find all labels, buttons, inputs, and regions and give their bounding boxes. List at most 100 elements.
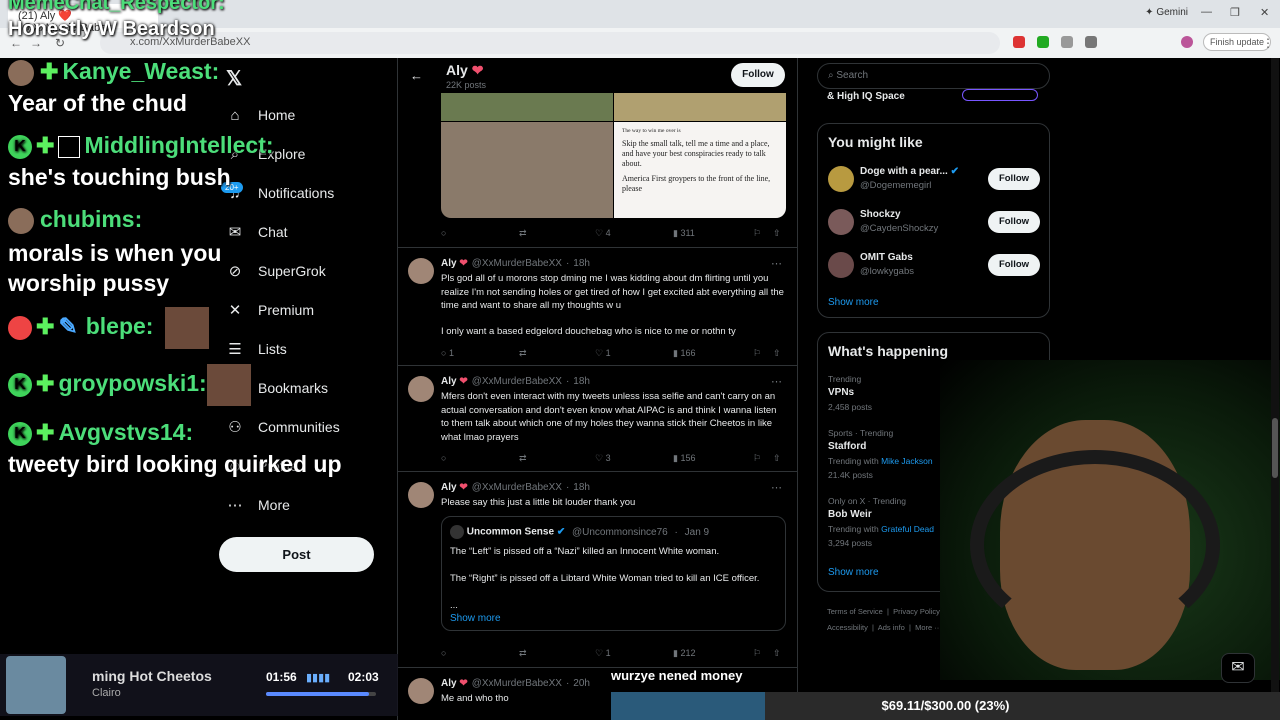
maximize-icon[interactable]: ❐ xyxy=(1230,6,1240,19)
kebab-menu-icon[interactable]: ⋮ xyxy=(1262,36,1274,50)
avatar[interactable] xyxy=(408,482,434,508)
trend-name[interactable]: Bob Weir xyxy=(828,509,872,520)
tweet-author[interactable]: Aly ❤ @XxMurderBabeXX · 18h xyxy=(441,482,590,493)
nav-premium[interactable]: ✕ Premium xyxy=(226,301,314,319)
reply-icon[interactable]: ○ xyxy=(441,648,446,658)
tweet[interactable]: Aly ❤ @XxMurderBabeXX · 18h ⋯ Pls god all o… xyxy=(398,248,797,366)
address-bar[interactable]: x.com/XxMurderBabeXX xyxy=(100,32,1000,54)
nav-more[interactable]: ⋯ More xyxy=(226,496,290,514)
nav-label: Notifications xyxy=(258,185,335,201)
like-button[interactable]: ♡ 1 xyxy=(595,348,611,359)
timeline[interactable]: ← Aly ❤ 22K posts Follow The way to win … xyxy=(397,58,798,720)
more-options-icon[interactable]: ⋯ xyxy=(771,481,782,494)
gemini-label: Gemini xyxy=(1156,7,1188,18)
close-icon[interactable]: ✕ xyxy=(1260,6,1269,19)
x-logo-icon[interactable]: 𝕏 xyxy=(226,66,242,91)
finish-update-button[interactable]: Finish update xyxy=(1203,33,1272,51)
suggested-user[interactable]: OMIT Gabs @lowkygabs Follow xyxy=(828,252,1040,282)
ticker-text: wurzye nened money xyxy=(611,668,743,683)
footer-link[interactable]: Ads info xyxy=(878,623,905,632)
scrollbar-thumb[interactable] xyxy=(1272,418,1278,478)
avatar[interactable] xyxy=(408,258,434,284)
reply-icon[interactable]: ○ xyxy=(441,453,446,463)
follow-button[interactable]: Follow xyxy=(988,168,1040,190)
suggested-user-handle: @CaydenShockzy xyxy=(860,223,939,234)
progress-track xyxy=(266,692,376,696)
chat-message: K ✚ MiddlingIntellect: xyxy=(8,132,274,159)
nav-lists[interactable]: ☰ Lists xyxy=(226,340,287,358)
show-more-link[interactable]: Show more xyxy=(828,567,879,578)
tweet-author[interactable]: Aly ❤ @XxMurderBabeXX · 18h xyxy=(441,258,590,269)
footer-link[interactable]: Privacy Policy xyxy=(893,607,940,616)
repost-icon[interactable]: ⇄ xyxy=(519,648,527,659)
reply-button[interactable]: ○ 1 xyxy=(441,348,454,358)
views-button[interactable]: ▮ 212 xyxy=(673,648,695,659)
avatar[interactable] xyxy=(408,376,434,402)
post-button[interactable]: Post xyxy=(219,537,374,572)
nav-home[interactable]: ⌂ Home xyxy=(226,106,295,124)
tweet-author[interactable]: Aly ❤ @XxMurderBabeXX · 20h xyxy=(441,678,590,689)
kick-badge-icon: K xyxy=(8,421,32,446)
trend-count: 3,294 posts xyxy=(828,538,872,548)
show-more-link[interactable]: Show more xyxy=(828,297,879,308)
share-icon[interactable]: ⇧ xyxy=(773,348,781,359)
share-icon[interactable]: ⇧ xyxy=(773,453,781,464)
more-options-icon[interactable]: ⋯ xyxy=(771,375,782,388)
nav-communities[interactable]: ⚇ Communities xyxy=(226,418,339,436)
share-icon[interactable]: ⇧ xyxy=(773,648,781,659)
extension-icon-3[interactable] xyxy=(1061,36,1073,48)
show-more-link[interactable]: Show more xyxy=(450,613,501,624)
profile-avatar[interactable] xyxy=(1181,36,1193,48)
tweet-text: I only want a based edgelord douchebag w… xyxy=(441,326,736,337)
repost-icon[interactable]: ⇄ xyxy=(519,348,527,359)
gemini-button[interactable]: ✦ Gemini xyxy=(1145,7,1188,18)
total-time: 02:03 xyxy=(348,670,379,684)
kick-badge-icon: K xyxy=(8,372,32,397)
chat-message: chubims: xyxy=(8,206,142,234)
card-title: What's happening xyxy=(828,343,948,359)
suggested-user[interactable]: Shockzy @CaydenShockzy Follow xyxy=(828,209,1040,239)
heart-icon: ❤ xyxy=(459,482,468,493)
chat-message: ✚ Kanye_Weast: xyxy=(8,58,219,86)
suggested-user[interactable]: Doge with a pear... ✔ @Dogememegirl Foll… xyxy=(828,166,1040,196)
like-button[interactable]: ♡ 1 xyxy=(595,648,611,659)
suggested-user-handle: @Dogememegirl xyxy=(860,180,932,191)
suggested-user-name: Doge with a pear... ✔ xyxy=(860,166,959,177)
space-pill[interactable] xyxy=(962,89,1038,101)
tweet[interactable] xyxy=(398,58,797,248)
footer-link[interactable]: Terms of Service xyxy=(827,607,883,616)
follow-button[interactable]: Follow xyxy=(988,254,1040,276)
extension-icon-2[interactable] xyxy=(1037,36,1049,48)
footer-link[interactable]: More ··· xyxy=(915,623,942,632)
bookmark-icon[interactable]: ⚐ xyxy=(753,348,761,359)
views-button[interactable]: ▮ 166 xyxy=(673,348,695,359)
tweet-text: Please say this just a little bit louder… xyxy=(441,497,636,508)
avatar xyxy=(8,59,34,86)
bookmark-icon[interactable]: ⚐ xyxy=(753,453,761,464)
follow-button[interactable]: Follow xyxy=(988,211,1040,233)
search-input[interactable]: ⌕ Search xyxy=(817,63,1050,89)
bookmark-icon[interactable]: ⚐ xyxy=(753,648,761,659)
chat-message-text: she's touching bush xyxy=(8,164,231,190)
finish-update-label: Finish update xyxy=(1210,37,1265,47)
tweet-author[interactable]: Aly ❤ @XxMurderBabeXX · 18h xyxy=(441,376,590,387)
puzzle-icon[interactable] xyxy=(1085,36,1097,48)
trend-meta: Sports · Trending xyxy=(828,428,894,438)
scrollbar[interactable] xyxy=(1271,58,1279,692)
tweet[interactable]: Aly ❤ @XxMurderBabeXX · 18h ⋯ Please say th… xyxy=(398,472,797,668)
repost-icon[interactable]: ⇄ xyxy=(519,453,527,464)
nav-label: Home xyxy=(258,107,296,123)
quote-tweet[interactable]: Uncommon Sense ✔ @Uncommonsince76 · Jan … xyxy=(441,516,786,631)
avatar[interactable] xyxy=(408,678,434,704)
views-button[interactable]: ▮ 156 xyxy=(673,453,695,464)
footer-link[interactable]: Accessibility xyxy=(827,623,868,632)
tweet-text: Pls god all of u morons stop dming me I … xyxy=(441,273,784,311)
minimize-icon[interactable]: — xyxy=(1201,6,1212,18)
trend-name[interactable]: Stafford xyxy=(828,441,866,452)
more-options-icon[interactable]: ⋯ xyxy=(771,257,782,270)
like-button[interactable]: ♡ 3 xyxy=(595,453,611,464)
trend-name[interactable]: VPNs xyxy=(828,387,854,398)
messages-icon[interactable]: ✉ xyxy=(1221,653,1255,683)
tweet[interactable]: Aly ❤ @XxMurderBabeXX · 18h ⋯ Mfers don't e… xyxy=(398,366,797,472)
extension-icon[interactable] xyxy=(1013,36,1025,48)
